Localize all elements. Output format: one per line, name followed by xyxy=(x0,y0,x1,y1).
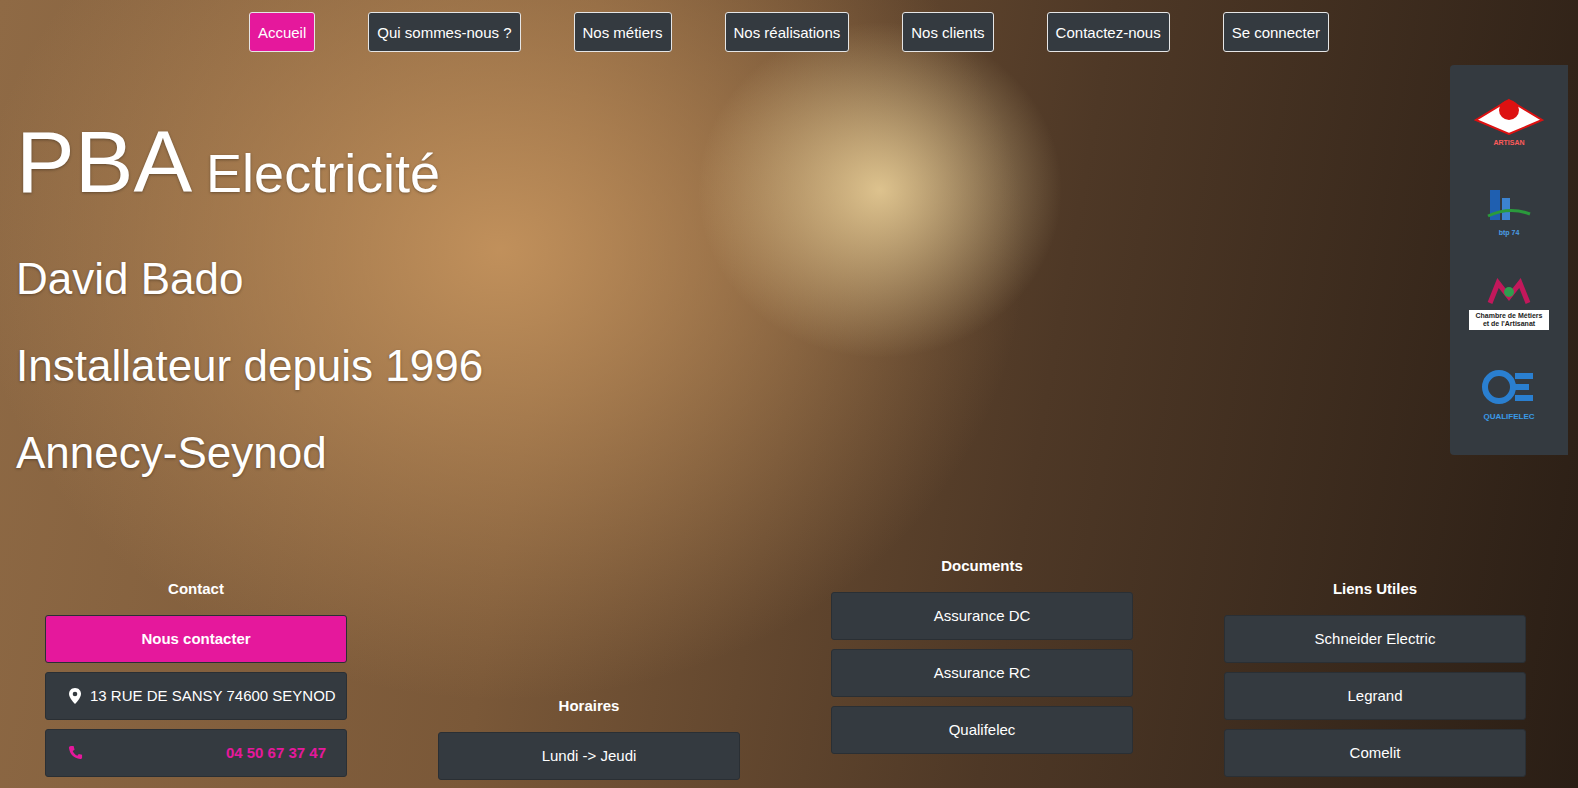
phone-icon xyxy=(68,745,83,760)
document-button[interactable]: Assurance RC xyxy=(831,649,1133,697)
nav-button[interactable]: Se connecter xyxy=(1223,12,1329,52)
footer: Contact Nous contacter 13 RUE DE SANSY 746… xyxy=(0,556,1578,780)
document-button[interactable]: Qualifelec xyxy=(831,706,1133,754)
contact-button[interactable]: Nous contacter xyxy=(45,615,347,663)
hero-line: Installateur depuis 1996 xyxy=(16,339,483,392)
link-button[interactable]: Comelit xyxy=(1224,729,1526,777)
documents-column: Documents Assurance DC Assurance RC Qualife… xyxy=(831,556,1133,754)
hero-title: PBAElectricité xyxy=(16,114,483,211)
document-button[interactable]: Assurance DC xyxy=(831,592,1133,640)
artisan-icon xyxy=(1474,98,1544,136)
logo[interactable]: QUALIFELEC xyxy=(1469,369,1549,422)
contact-column: Contact Nous contacter 13 RUE DE SANSY 746… xyxy=(45,556,347,777)
logo-sidebar: ARTISAN btp 74 Chambre de Métiers et de l'… xyxy=(1450,65,1568,455)
nav-button[interactable]: Nos réalisations xyxy=(725,12,850,52)
links-column: Liens Utiles Schneider Electric Legrand Com… xyxy=(1224,556,1526,777)
logo-caption: Chambre de Métiers et de l'Artisanat xyxy=(1469,310,1549,331)
hero: PBAElectricité David Bado Installateur dep… xyxy=(0,64,483,479)
logo-caption: QUALIFELEC xyxy=(1483,412,1534,422)
column-heading: Liens Utiles xyxy=(1224,579,1526,599)
column-heading: Horaires xyxy=(438,696,740,716)
main-row: PBAElectricité David Bado Installateur dep… xyxy=(0,64,1578,479)
phone-row[interactable]: 04 50 67 37 47 xyxy=(45,729,347,777)
phone-number: 04 50 67 37 47 xyxy=(226,744,326,761)
nav-button[interactable]: Accueil xyxy=(249,12,315,52)
address-text: 13 RUE DE SANSY 74600 SEYNOD xyxy=(90,687,336,704)
logo-caption: ARTISAN xyxy=(1493,139,1524,147)
nav-button[interactable]: Nos clients xyxy=(902,12,993,52)
cma-icon xyxy=(1484,277,1534,307)
nav-button[interactable]: Nos métiers xyxy=(574,12,672,52)
column-heading: Documents xyxy=(831,556,1133,576)
hours-column: Horaires Lundi -> Jeudi xyxy=(438,556,740,780)
logo[interactable]: Chambre de Métiers et de l'Artisanat xyxy=(1469,277,1549,331)
brand-subtitle: Electricité xyxy=(206,143,440,203)
column-heading: Contact xyxy=(45,579,347,599)
address-row[interactable]: 13 RUE DE SANSY 74600 SEYNOD xyxy=(45,672,347,720)
hero-line: David Bado xyxy=(16,252,483,305)
link-button[interactable]: Legrand xyxy=(1224,672,1526,720)
hours-row: Lundi -> Jeudi xyxy=(438,732,740,780)
nav-bar: Accueil Qui sommes-nous ? Nos métiers Nos r… xyxy=(0,0,1578,64)
logo-caption: btp 74 xyxy=(1499,229,1520,237)
qualifelec-icon xyxy=(1479,369,1539,409)
link-button[interactable]: Schneider Electric xyxy=(1224,615,1526,663)
pin-icon xyxy=(68,688,82,704)
page: Accueil Qui sommes-nous ? Nos métiers Nos r… xyxy=(0,0,1578,788)
hero-line: Annecy-Seynod xyxy=(16,426,483,479)
logo[interactable]: btp 74 xyxy=(1469,186,1549,237)
logo[interactable]: ARTISAN xyxy=(1469,98,1549,147)
nav-button[interactable]: Contactez-nous xyxy=(1047,12,1170,52)
btp-icon xyxy=(1484,186,1534,226)
nav-button[interactable]: Qui sommes-nous ? xyxy=(368,12,520,52)
brand: PBA xyxy=(16,112,192,211)
